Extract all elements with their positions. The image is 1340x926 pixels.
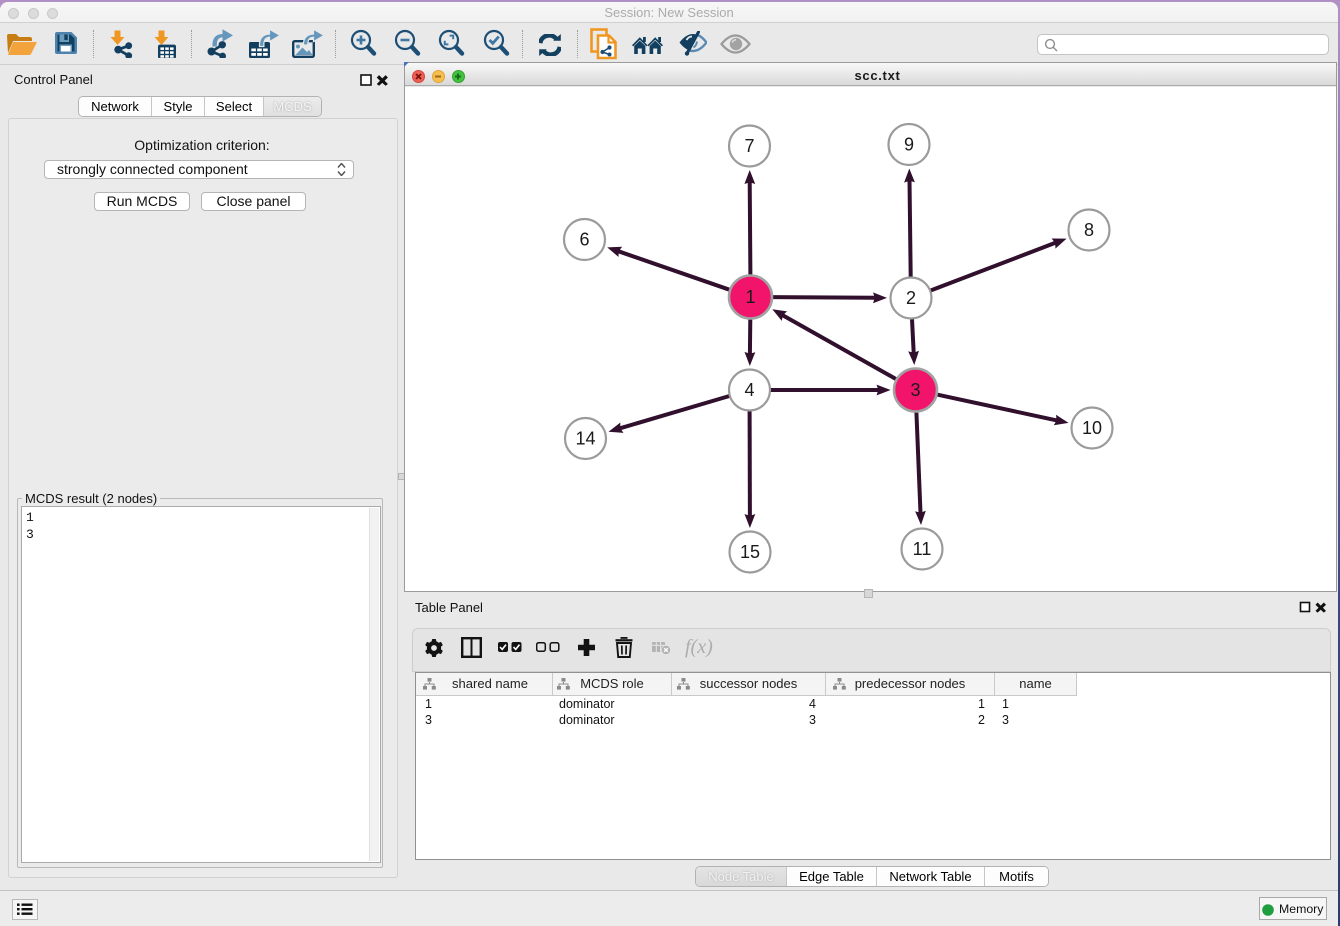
svg-text:15: 15	[740, 542, 760, 562]
svg-text:3: 3	[910, 380, 920, 400]
svg-text:10: 10	[1082, 418, 1102, 438]
svg-text:14: 14	[575, 429, 595, 449]
svg-text:6: 6	[579, 230, 589, 250]
svg-text:2: 2	[906, 288, 916, 308]
svg-text:11: 11	[913, 539, 932, 559]
svg-text:9: 9	[904, 135, 914, 155]
svg-text:1: 1	[745, 287, 755, 307]
svg-text:8: 8	[1084, 220, 1094, 240]
svg-text:7: 7	[744, 136, 754, 156]
svg-text:4: 4	[744, 380, 754, 400]
